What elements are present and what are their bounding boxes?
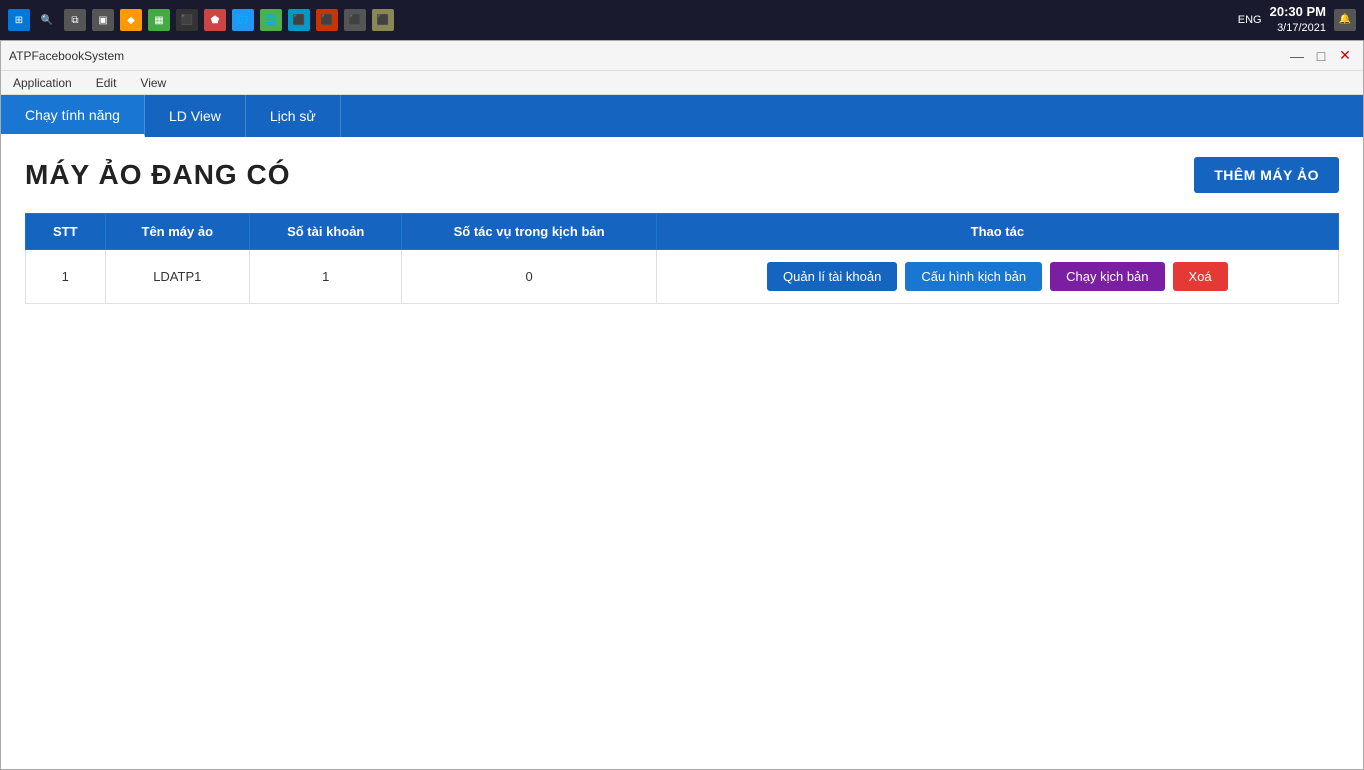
menu-edit[interactable]: Edit xyxy=(92,74,121,92)
taskbar-right: ENG 20:30 PM 3/17/2021 🔔 xyxy=(1238,3,1356,37)
tab-ld-view[interactable]: LD View xyxy=(145,95,246,137)
cell-accounts: 1 xyxy=(250,250,402,304)
col-stt: STT xyxy=(26,214,106,250)
table-header-row: STT Tên máy ảo Số tài khoản Số tác vụ tr… xyxy=(26,214,1339,250)
page-title: MÁY ẢO ĐANG CÓ xyxy=(25,159,291,191)
window-titlebar: ATPFacebookSystem — □ ✕ xyxy=(1,41,1363,71)
config-scenario-button[interactable]: Cấu hình kịch bản xyxy=(905,262,1042,291)
taskbar-app-10[interactable]: ⬛ xyxy=(344,9,366,31)
col-accounts: Số tài khoản xyxy=(250,214,402,250)
taskbar-app-5[interactable]: ⬟ xyxy=(204,9,226,31)
cell-actions: Quản lí tài khoản Cấu hình kịch bản Chạy… xyxy=(656,250,1338,304)
notification-icon[interactable]: 🔔 xyxy=(1334,9,1356,31)
sys-tray-lang: ENG xyxy=(1238,14,1262,26)
taskbar-app-1[interactable]: ▣ xyxy=(92,9,114,31)
maximize-button[interactable]: □ xyxy=(1311,46,1331,66)
table-header: STT Tên máy ảo Số tài khoản Số tác vụ tr… xyxy=(26,214,1339,250)
add-virtual-machine-button[interactable]: THÊM MÁY ẢO xyxy=(1194,157,1339,193)
taskbar-app-6[interactable]: 🌐 xyxy=(232,9,254,31)
table-body: 1 LDATP1 1 0 Quản lí tài khoản Cấu hình … xyxy=(26,250,1339,304)
col-tasks: Số tác vụ trong kịch bản xyxy=(402,214,656,250)
cell-name: LDATP1 xyxy=(105,250,249,304)
page-header: MÁY ẢO ĐANG CÓ THÊM MÁY ẢO xyxy=(25,157,1339,193)
taskbar-app-4[interactable]: ⬛ xyxy=(176,9,198,31)
col-actions: Thao tác xyxy=(656,214,1338,250)
cell-tasks: 0 xyxy=(402,250,656,304)
taskbar-clock: 20:30 PM 3/17/2021 xyxy=(1270,3,1326,37)
start-button[interactable]: ⊞ xyxy=(8,9,30,31)
taskbar: ⊞ 🔍 ⧉ ▣ ◆ ▦ ⬛ ⬟ 🌐 🌐 ⬛ ⬛ ⬛ ⬛ ENG 20:30 PM… xyxy=(0,0,1364,40)
task-view-icon[interactable]: ⧉ xyxy=(64,9,86,31)
taskbar-app-2[interactable]: ◆ xyxy=(120,9,142,31)
tab-chay-tinh-nang[interactable]: Chạy tính năng xyxy=(1,95,145,137)
tabbar: Chạy tính năng LD View Lịch sử xyxy=(1,95,1363,137)
manage-accounts-button[interactable]: Quản lí tài khoản xyxy=(767,262,897,291)
col-name: Tên máy ảo xyxy=(105,214,249,250)
main-content: MÁY ẢO ĐANG CÓ THÊM MÁY ẢO STT Tên máy ả… xyxy=(1,137,1363,769)
taskbar-time: 20:30 PM xyxy=(1270,3,1326,21)
search-icon[interactable]: 🔍 xyxy=(36,9,58,31)
virtual-machines-table: STT Tên máy ảo Số tài khoản Số tác vụ tr… xyxy=(25,213,1339,304)
taskbar-left: ⊞ 🔍 ⧉ ▣ ◆ ▦ ⬛ ⬟ 🌐 🌐 ⬛ ⬛ ⬛ ⬛ xyxy=(8,9,394,31)
taskbar-app-11[interactable]: ⬛ xyxy=(372,9,394,31)
taskbar-app-7[interactable]: 🌐 xyxy=(260,9,282,31)
menu-application[interactable]: Application xyxy=(9,74,76,92)
taskbar-app-8[interactable]: ⬛ xyxy=(288,9,310,31)
app-window: ATPFacebookSystem — □ ✕ Application Edit… xyxy=(0,40,1364,770)
close-button[interactable]: ✕ xyxy=(1335,46,1355,66)
window-controls: — □ ✕ xyxy=(1287,46,1355,66)
window-title: ATPFacebookSystem xyxy=(9,49,124,63)
taskbar-app-9[interactable]: ⬛ xyxy=(316,9,338,31)
table-row: 1 LDATP1 1 0 Quản lí tài khoản Cấu hình … xyxy=(26,250,1339,304)
delete-button[interactable]: Xoá xyxy=(1173,262,1228,291)
minimize-button[interactable]: — xyxy=(1287,46,1307,66)
tab-lich-su[interactable]: Lịch sử xyxy=(246,95,341,137)
menu-view[interactable]: View xyxy=(136,74,170,92)
taskbar-app-3[interactable]: ▦ xyxy=(148,9,170,31)
action-cell: Quản lí tài khoản Cấu hình kịch bản Chạy… xyxy=(673,262,1322,291)
cell-stt: 1 xyxy=(26,250,106,304)
taskbar-sys-tray: ENG xyxy=(1238,14,1262,26)
run-scenario-button[interactable]: Chạy kịch bản xyxy=(1050,262,1164,291)
taskbar-date: 3/17/2021 xyxy=(1270,21,1326,36)
menubar: Application Edit View xyxy=(1,71,1363,95)
